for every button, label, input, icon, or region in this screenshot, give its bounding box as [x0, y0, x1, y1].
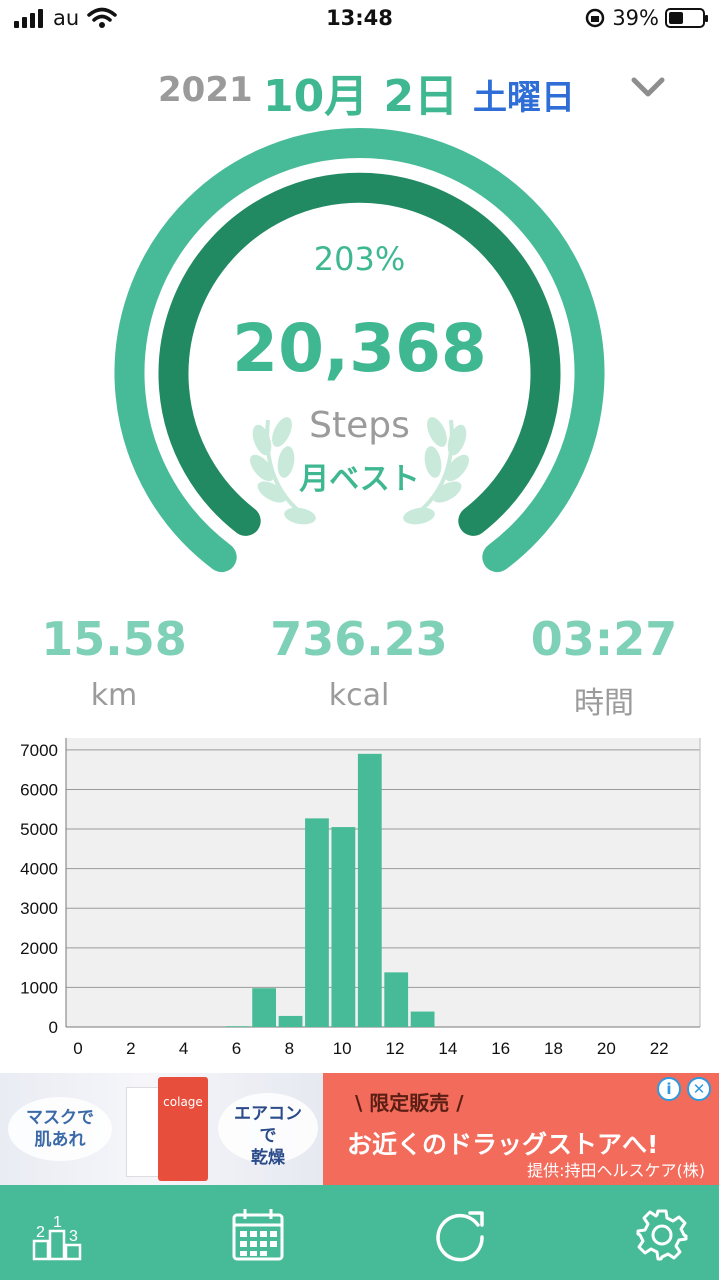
ad-aircon-bubble: エアコンで 乾燥 — [218, 1093, 318, 1168]
bottom-tab-bar: 2 1 3 — [0, 1185, 719, 1280]
ad-brand: colage — [163, 1095, 203, 1109]
ad-controls: i ✕ — [657, 1077, 711, 1101]
ranking-icon[interactable]: 2 1 3 — [28, 1205, 88, 1265]
distance-stat: 15.58 km — [0, 612, 234, 713]
ad-mask-bubble: マスクで 肌あれ — [8, 1097, 112, 1161]
chart-y-tick-label: 4000 — [20, 860, 58, 879]
chart-x-tick-label: 4 — [179, 1039, 188, 1058]
steps-count: 20,368 — [232, 310, 487, 387]
chart-x-tick-label: 14 — [438, 1039, 457, 1058]
chart-bar — [357, 753, 382, 1027]
chart-y-tick-label: 3000 — [20, 899, 58, 918]
hourly-steps-chart: 0 1000 2000 3000 4000 5000 6000 7000 0 2 4 6 8 10 12 14… — [0, 730, 719, 1065]
chart-bar — [225, 1026, 250, 1027]
chart-bar — [384, 972, 409, 1027]
chart-x-tick-label: 0 — [73, 1039, 82, 1058]
ad-close-icon[interactable]: ✕ — [687, 1077, 711, 1101]
calendar-icon[interactable] — [228, 1205, 288, 1265]
svg-text:1: 1 — [53, 1214, 62, 1231]
ad-info-icon[interactable]: i — [657, 1077, 681, 1101]
chart-plot-area — [66, 738, 700, 1027]
distance-unit: km — [90, 678, 138, 713]
chart-x-tick-label: 12 — [386, 1039, 405, 1058]
steps-unit: Steps — [309, 405, 410, 446]
chart-x-tick-label: 22 — [650, 1039, 669, 1058]
calories-stat: 736.23 kcal — [239, 612, 479, 713]
goal-percent: 203% — [313, 240, 406, 278]
duration-stat: 03:27 時間 — [484, 612, 719, 722]
chart-bar — [331, 827, 356, 1027]
chart-x-tick-label: 2 — [126, 1039, 135, 1058]
svg-text:3: 3 — [69, 1228, 78, 1245]
ad-limited-label: \ 限定販売 / — [355, 1091, 464, 1115]
refresh-icon[interactable] — [430, 1205, 490, 1265]
ad-image-left[interactable]: マスクで 肌あれ colage エアコンで 乾燥 — [0, 1073, 323, 1185]
ad-product-box — [126, 1087, 160, 1177]
monthly-best-badge: 月ベスト — [299, 462, 420, 497]
chart-x-tick-label: 18 — [544, 1039, 563, 1058]
chart-bar — [278, 1015, 303, 1027]
svg-text:2: 2 — [36, 1224, 45, 1241]
chart-y-tick-label: 1000 — [20, 978, 58, 997]
chart-x-tick-label: 10 — [333, 1039, 352, 1058]
chart-y-tick-label: 6000 — [20, 780, 58, 799]
chart-x-tick-label: 16 — [491, 1039, 510, 1058]
chart-y-tick-label: 0 — [49, 1018, 58, 1037]
gear-icon[interactable] — [632, 1205, 692, 1265]
ad-banner[interactable]: マスクで 肌あれ colage エアコンで 乾燥 \ 限定販売 / お近くのドラ… — [0, 1073, 719, 1185]
step-gauge — [114, 128, 605, 573]
ad-headline: お近くのドラッグストアへ! — [347, 1130, 659, 1159]
calories-unit: kcal — [328, 678, 390, 713]
calories-value: 736.23 — [270, 612, 448, 666]
chart-y-tick-label: 7000 — [20, 741, 58, 760]
chart-x-tick-label: 20 — [597, 1039, 616, 1058]
ad-product-tube: colage — [158, 1077, 208, 1181]
hourly-steps-chart-svg: 0 1000 2000 3000 4000 5000 6000 7000 0 2 4 6 8 10 12 14… — [20, 738, 701, 1058]
chart-y-tick-label: 2000 — [20, 939, 58, 958]
chart-y-tick-label: 5000 — [20, 820, 58, 839]
chart-x-tick-label: 8 — [285, 1039, 294, 1058]
chart-x-tick-label: 6 — [232, 1039, 241, 1058]
distance-value: 15.58 — [41, 612, 187, 666]
duration-value: 03:27 — [530, 612, 678, 666]
chart-bar — [410, 1011, 435, 1027]
chart-bar — [305, 818, 329, 1027]
chart-bar — [252, 988, 277, 1027]
ad-sponsor: 提供:持田ヘルスケア(株) — [527, 1161, 705, 1180]
duration-unit: 時間 — [574, 686, 634, 721]
ad-text-panel[interactable]: \ 限定販売 / お近くのドラッグストアへ! 提供:持田ヘルスケア(株) i ✕ — [323, 1073, 719, 1185]
